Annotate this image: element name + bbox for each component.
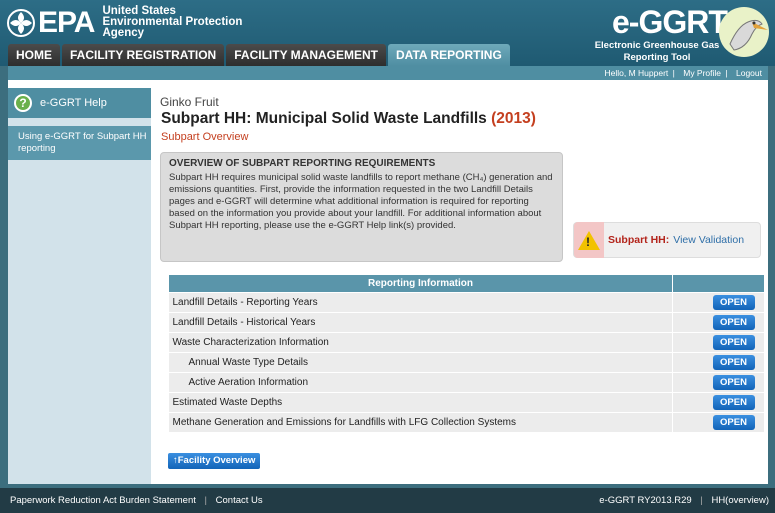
reporting-information-table: Reporting Information Landfill Details -… [168, 274, 765, 433]
overview-box: OVERVIEW OF SUBPART REPORTING REQUIREMEN… [160, 152, 563, 262]
open-button[interactable]: OPEN [712, 315, 755, 330]
tab-home[interactable]: HOME [8, 44, 60, 66]
agency-name: United States Environmental Protection A… [102, 5, 242, 39]
agency-line: Agency [102, 27, 145, 39]
page-title-text: Subpart HH: Municipal Solid Waste Landfi… [161, 110, 487, 127]
pelican-logo-icon [719, 7, 769, 57]
warning-icon-wrap: ! [574, 222, 604, 258]
table-row: Landfill Details - Reporting Years OPEN [168, 292, 765, 313]
version-text: e-GGRT RY2013.R29 [599, 495, 692, 506]
row-label: Methane Generation and Emissions for Lan… [168, 412, 673, 433]
paperwork-link[interactable]: Paperwork Reduction Act Burden Statement [10, 495, 196, 506]
table-row: Estimated Waste Depths OPEN [168, 392, 765, 413]
app-title: e-GGRT [612, 4, 728, 40]
epa-flower-icon [7, 8, 35, 37]
page-subtitle: Subpart Overview [161, 131, 249, 143]
facility-name: Ginko Fruit [160, 95, 219, 109]
help-header: ? e-GGRT Help [8, 88, 151, 118]
open-button[interactable]: OPEN [712, 395, 755, 410]
help-question-icon: ? [14, 94, 32, 112]
epa-logo[interactable]: EPA United States Environmental Protecti… [6, 5, 242, 39]
view-validation-link[interactable]: View Validation [673, 234, 744, 246]
footer-right: e-GGRT RY2013.R29 | HH(overview) [599, 488, 769, 513]
logout-link[interactable]: Logout [736, 68, 762, 78]
row-label: Waste Characterization Information [168, 332, 673, 353]
my-profile-link[interactable]: My Profile [683, 68, 721, 78]
table-header-action [672, 274, 765, 293]
epa-wordmark: EPA [38, 5, 95, 39]
open-button[interactable]: OPEN [712, 335, 755, 350]
help-title: e-GGRT Help [40, 97, 107, 109]
facility-overview-label: Facility Overview [177, 455, 256, 466]
warning-icon: ! [578, 230, 600, 250]
page-title: Subpart HH: Municipal Solid Waste Landfi… [161, 110, 536, 128]
footer: Paperwork Reduction Act Burden Statement… [0, 488, 775, 513]
tab-facility-management[interactable]: FACILITY MANAGEMENT [226, 44, 387, 66]
overview-text: Subpart HH requires municipal solid wast… [169, 172, 553, 231]
table-row: Landfill Details - Historical Years OPEN [168, 312, 765, 333]
table-row: Methane Generation and Emissions for Lan… [168, 412, 765, 433]
open-button[interactable]: OPEN [712, 355, 755, 370]
content-frame: ? e-GGRT Help Using e-GGRT for Subpart H… [8, 80, 768, 484]
table-row: Annual Waste Type Details OPEN [168, 352, 765, 373]
separator: | [204, 495, 207, 506]
page-id-text: HH(overview) [711, 495, 769, 506]
validation-label: Subpart HH: [608, 234, 670, 246]
overview-heading: OVERVIEW OF SUBPART REPORTING REQUIREMEN… [169, 158, 436, 169]
open-button[interactable]: OPEN [712, 375, 755, 390]
main-nav-tabs: HOME FACILITY REGISTRATION FACILITY MANA… [8, 44, 510, 66]
table-header: Reporting Information [168, 274, 673, 293]
table-row: Active Aeration Information OPEN [168, 372, 765, 393]
row-label: Active Aeration Information [168, 372, 673, 393]
reporting-year: (2013) [491, 110, 536, 127]
help-link-subpart-hh[interactable]: Using e-GGRT for Subpart HH reporting [8, 126, 151, 160]
row-label: Landfill Details - Historical Years [168, 312, 673, 333]
tab-facility-registration[interactable]: FACILITY REGISTRATION [62, 44, 225, 66]
table-row: Waste Characterization Information OPEN [168, 332, 765, 353]
row-label: Landfill Details - Reporting Years [168, 292, 673, 313]
user-bar: Hello, M Huppert | My Profile | Logout [8, 66, 768, 80]
open-button[interactable]: OPEN [712, 295, 755, 310]
validation-box: ! Subpart HH: View Validation [573, 222, 761, 258]
row-label: Annual Waste Type Details [168, 352, 673, 373]
contact-link[interactable]: Contact Us [216, 495, 263, 506]
facility-overview-button[interactable]: ↑Facility Overview [168, 453, 261, 469]
footer-left: Paperwork Reduction Act Burden Statement… [10, 488, 263, 513]
help-sidebar: ? e-GGRT Help Using e-GGRT for Subpart H… [8, 88, 151, 484]
open-button[interactable]: OPEN [712, 415, 755, 430]
tab-data-reporting[interactable]: DATA REPORTING [388, 44, 510, 66]
separator: | [725, 68, 728, 78]
user-greeting: Hello, M Huppert [604, 68, 669, 78]
app-subtitle: Electronic Greenhouse Gas Reporting Tool [594, 40, 720, 63]
separator: | [672, 68, 675, 78]
separator: | [700, 495, 703, 506]
row-label: Estimated Waste Depths [168, 392, 673, 413]
